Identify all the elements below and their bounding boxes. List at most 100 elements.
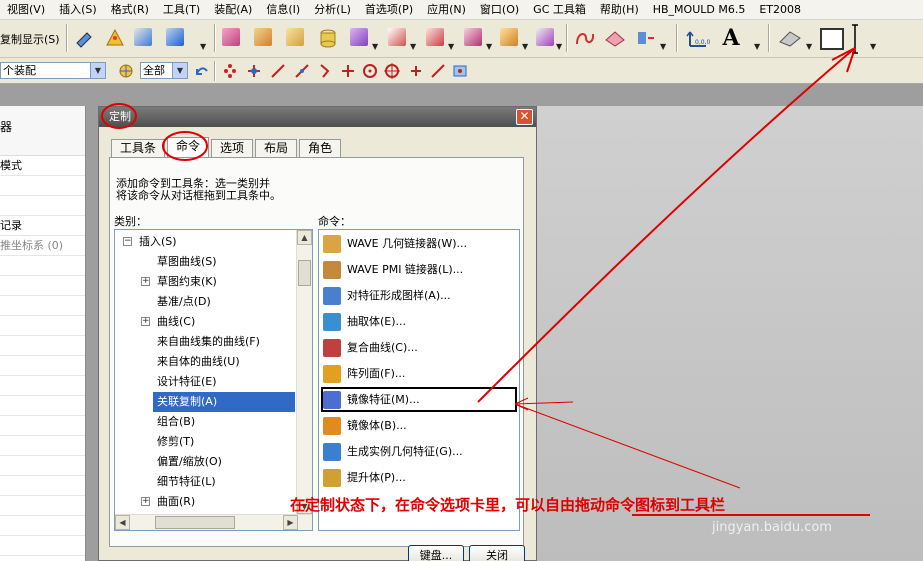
- existing-point-icon[interactable]: [408, 63, 424, 79]
- end-point-icon[interactable]: [270, 63, 286, 79]
- snap-points-icon[interactable]: [222, 63, 238, 79]
- chevron-down-icon[interactable]: ▼: [660, 42, 666, 51]
- globe-filter-icon[interactable]: [118, 63, 134, 79]
- expand-icon[interactable]: +: [141, 317, 150, 326]
- navigator-row[interactable]: 记录: [0, 216, 85, 236]
- scroll-up-icon[interactable]: ▲: [297, 230, 312, 245]
- expand-icon[interactable]: +: [141, 497, 150, 506]
- command-list[interactable]: WAVE 几何链接器(W)... WAVE PMI 链接器(L)... 对特征形…: [318, 229, 520, 531]
- chevron-down-icon[interactable]: ▼: [172, 63, 187, 78]
- navigator-row[interactable]: [0, 516, 85, 536]
- chevron-down-icon[interactable]: ▼: [754, 42, 760, 51]
- surface-icon[interactable]: [604, 28, 626, 48]
- navigator-row[interactable]: [0, 256, 85, 276]
- category-vertical-scrollbar[interactable]: ▲ ▼: [296, 230, 312, 514]
- tree-item-insert[interactable]: 插入(S): [139, 232, 177, 252]
- trim-body-icon[interactable]: [426, 28, 444, 46]
- menu-help[interactable]: 帮助(H): [593, 0, 646, 20]
- tree-item[interactable]: 草图曲线(S): [157, 252, 217, 272]
- boolean-icon[interactable]: [388, 28, 406, 46]
- navigator-row[interactable]: 推坐标系 (0): [0, 236, 85, 256]
- command-item[interactable]: WAVE PMI 链接器(L)...: [323, 258, 463, 282]
- navigator-row[interactable]: [0, 456, 85, 476]
- assembly-component-icon[interactable]: [286, 28, 304, 46]
- snap-control-icon[interactable]: [246, 63, 262, 79]
- assembly-move-icon[interactable]: [222, 28, 240, 46]
- menu-info[interactable]: 信息(I): [259, 0, 307, 20]
- cone-light-icon[interactable]: [104, 28, 126, 48]
- tree-item[interactable]: 曲面(R): [157, 492, 195, 512]
- navigator-row[interactable]: [0, 496, 85, 516]
- tree-item[interactable]: 来自曲线集的曲线(F): [157, 332, 260, 352]
- navigator-row[interactable]: [0, 196, 85, 216]
- scroll-right-icon[interactable]: ▶: [283, 515, 298, 530]
- cylinder-icon[interactable]: [318, 28, 338, 48]
- tree-item[interactable]: 组合(B): [157, 412, 195, 432]
- menu-tools[interactable]: 工具(T): [156, 0, 207, 20]
- tab-roles[interactable]: 角色: [299, 139, 342, 157]
- tree-item[interactable]: 设计特征(E): [157, 372, 217, 392]
- chevron-down-icon[interactable]: ▼: [372, 42, 378, 51]
- sketch-curve-icon[interactable]: [574, 28, 596, 48]
- graphics-viewport[interactable]: [537, 106, 923, 561]
- edge-blend-icon[interactable]: [464, 28, 482, 46]
- scroll-thumb[interactable]: [298, 260, 311, 286]
- navigator-row[interactable]: 模式: [0, 156, 85, 176]
- menu-insert[interactable]: 插入(S): [52, 0, 104, 20]
- command-item[interactable]: 抽取体(E)...: [323, 310, 406, 334]
- navigator-row[interactable]: [0, 296, 85, 316]
- shaded-cube-icon[interactable]: [134, 28, 152, 46]
- tree-item[interactable]: 修剪(T): [157, 432, 194, 452]
- menu-format[interactable]: 格式(R): [104, 0, 156, 20]
- navigator-row[interactable]: [0, 316, 85, 336]
- category-horizontal-scrollbar[interactable]: ◀ ▶: [115, 514, 312, 530]
- keyboard-button[interactable]: 键盘...: [408, 545, 464, 561]
- chevron-down-icon[interactable]: ▼: [806, 42, 812, 51]
- quadrant-point-icon[interactable]: [384, 63, 400, 79]
- chevron-down-icon[interactable]: ▼: [556, 42, 562, 51]
- navigator-row[interactable]: [0, 436, 85, 456]
- dragged-blank-icon[interactable]: [820, 28, 844, 50]
- command-item[interactable]: 复合曲线(C)...: [323, 336, 418, 360]
- close-button[interactable]: 关闭: [469, 545, 525, 561]
- tree-item[interactable]: 偏置/缩放(O): [157, 452, 222, 472]
- expand-icon[interactable]: +: [141, 277, 150, 286]
- rotate-surface-icon[interactable]: [634, 28, 656, 48]
- chevron-down-icon[interactable]: ▼: [90, 63, 105, 78]
- collapse-icon[interactable]: −: [123, 237, 132, 246]
- navigator-row[interactable]: [0, 356, 85, 376]
- menu-window[interactable]: 窗口(O): [473, 0, 526, 20]
- replicate-display-label[interactable]: 复制显示(S): [0, 31, 60, 47]
- tab-commands[interactable]: 命令: [167, 137, 210, 157]
- drafting-icon[interactable]: [778, 28, 802, 48]
- shell-icon[interactable]: [500, 28, 518, 46]
- tree-item[interactable]: 来自体的曲线(U): [157, 352, 240, 372]
- chevron-down-icon[interactable]: ▼: [410, 42, 416, 51]
- extrude-icon[interactable]: [350, 28, 368, 46]
- close-icon[interactable]: ✕: [516, 109, 533, 125]
- control-point-icon[interactable]: [318, 63, 334, 79]
- navigator-row[interactable]: [0, 176, 85, 196]
- assembly-scope-select[interactable]: 个装配 ▼: [0, 62, 106, 79]
- menu-analysis[interactable]: 分析(L): [307, 0, 358, 20]
- command-item[interactable]: 阵列面(F)...: [323, 362, 405, 386]
- draft-icon[interactable]: [536, 28, 554, 46]
- chevron-down-icon[interactable]: ▼: [200, 42, 206, 51]
- point-on-face-icon[interactable]: [452, 63, 468, 79]
- chevron-down-icon[interactable]: ▼: [486, 42, 492, 51]
- assembly-add-icon[interactable]: [254, 28, 272, 46]
- command-item[interactable]: 对特征形成图样(A)...: [323, 284, 451, 308]
- mid-point-icon[interactable]: [294, 63, 310, 79]
- text-tool-icon[interactable]: A: [720, 25, 742, 51]
- navigator-row[interactable]: [0, 276, 85, 296]
- arc-center-icon[interactable]: [362, 63, 378, 79]
- point-on-curve-icon[interactable]: [430, 63, 446, 79]
- navigator-row[interactable]: [0, 376, 85, 396]
- chevron-down-icon[interactable]: ▼: [522, 42, 528, 51]
- tab-toolbars[interactable]: 工具条: [111, 139, 166, 157]
- command-item[interactable]: 生成实例几何特征(G)...: [323, 440, 463, 464]
- menu-application[interactable]: 应用(N): [420, 0, 473, 20]
- tree-item[interactable]: 基准/点(D): [157, 292, 211, 312]
- menu-preferences[interactable]: 首选项(P): [358, 0, 420, 20]
- chevron-down-icon[interactable]: ▼: [870, 42, 876, 51]
